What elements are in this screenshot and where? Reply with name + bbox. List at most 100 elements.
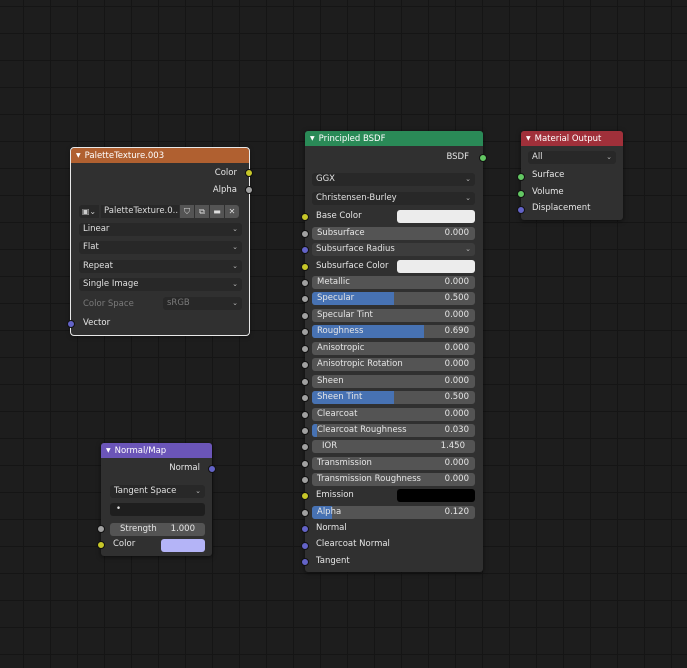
surface-label: Surface [532, 170, 565, 180]
sheen-label: Sheen [317, 376, 344, 386]
base-color-swatch[interactable] [397, 210, 475, 223]
emission-swatch[interactable] [397, 489, 475, 502]
subsurface-method-value: Christensen-Burley [316, 193, 397, 203]
input-normal-socket[interactable] [301, 525, 309, 533]
input-alpha-socket[interactable] [301, 509, 309, 517]
principled-bsdf-node[interactable]: ▼ Principled BSDF BSDF GGX ⌄ Christensen-B… [301, 131, 487, 572]
input-sheen-tint-socket[interactable] [301, 394, 309, 402]
node-header[interactable]: ▼ PaletteTexture.003 [71, 148, 249, 163]
output-alpha-socket[interactable] [245, 186, 253, 194]
transmission-roughness-field[interactable]: Transmission Roughness 0.000 [312, 473, 475, 486]
collapse-arrow-icon[interactable]: ▼ [526, 135, 531, 142]
output-normal-label: Normal [169, 463, 200, 473]
input-color-socket[interactable] [97, 541, 105, 549]
copy-icon[interactable]: ⧉ [195, 205, 209, 218]
node-title: Normal/Map [114, 446, 167, 456]
input-subsurface-socket[interactable] [301, 230, 309, 238]
image-selector[interactable]: ▣⌄ PaletteTexture.0.. ⛉ ⧉ ▬ ✕ [79, 205, 241, 219]
extension-dropdown[interactable]: Repeat ⌄ [79, 260, 242, 273]
metallic-field[interactable]: Metallic 0.000 [312, 276, 475, 289]
uv-map-field[interactable]: • [110, 503, 205, 516]
collapse-arrow-icon[interactable]: ▼ [76, 152, 81, 159]
alpha-value: 0.120 [444, 507, 469, 517]
input-specular-tint-socket[interactable] [301, 312, 309, 320]
target-dropdown[interactable]: All ⌄ [528, 151, 616, 164]
subsurface-radius-dropdown[interactable]: Subsurface Radius ⌄ [312, 243, 475, 256]
projection-dropdown[interactable]: Flat ⌄ [79, 241, 242, 254]
node-header[interactable]: ▼ Principled BSDF [305, 131, 483, 146]
anisotropic-field[interactable]: Anisotropic 0.000 [312, 342, 475, 355]
image-name-field[interactable]: PaletteTexture.0.. [101, 205, 179, 218]
distribution-value: GGX [316, 174, 335, 184]
source-dropdown[interactable]: Single Image ⌄ [79, 278, 242, 291]
input-clearcoat-roughness-socket[interactable] [301, 427, 309, 435]
collapse-arrow-icon[interactable]: ▼ [310, 135, 315, 142]
input-transmission-socket[interactable] [301, 460, 309, 468]
input-ior-socket[interactable] [301, 443, 309, 451]
input-clearcoat-normal-socket[interactable] [301, 542, 309, 550]
roughness-field[interactable]: Roughness 0.690 [312, 325, 475, 338]
clearcoat-field[interactable]: Clearcoat 0.000 [312, 408, 475, 421]
input-tangent-socket[interactable] [301, 558, 309, 566]
input-anisotropic-socket[interactable] [301, 345, 309, 353]
input-strength-socket[interactable] [97, 525, 105, 533]
source-value: Single Image [83, 279, 139, 289]
input-base-color-socket[interactable] [301, 213, 309, 221]
palette-texture-node[interactable]: ▼ PaletteTexture.003 Color Alpha ▣⌄ Palet… [67, 147, 253, 336]
material-output-node[interactable]: ▼ Material Output All ⌄ Surface Volume Dis… [517, 131, 623, 220]
space-dropdown[interactable]: Tangent Space ⌄ [110, 485, 205, 498]
distribution-dropdown[interactable]: GGX ⌄ [312, 173, 475, 186]
clearcoat-label: Clearcoat [317, 409, 358, 419]
color-swatch[interactable] [161, 539, 205, 552]
output-color-socket[interactable] [245, 169, 253, 177]
node-header[interactable]: ▼ Material Output [521, 131, 623, 146]
input-displacement-socket[interactable] [517, 206, 525, 214]
output-normal-socket[interactable] [208, 465, 216, 473]
folder-icon[interactable]: ▬ [210, 205, 224, 218]
input-anisotropic-rotation-socket[interactable] [301, 361, 309, 369]
specular-tint-field[interactable]: Specular Tint 0.000 [312, 309, 475, 322]
extension-value: Repeat [83, 261, 113, 271]
image-browse-icon[interactable]: ▣⌄ [79, 205, 99, 218]
input-vector-socket[interactable] [67, 320, 75, 328]
subsurface-field[interactable]: Subsurface 0.000 [312, 227, 475, 240]
input-emission-socket[interactable] [301, 492, 309, 500]
anisotropic-rotation-field[interactable]: Anisotropic Rotation 0.000 [312, 358, 475, 371]
collapse-arrow-icon[interactable]: ▼ [106, 447, 111, 454]
node-title: Material Output [534, 134, 602, 144]
transmission-field[interactable]: Transmission 0.000 [312, 457, 475, 470]
input-roughness-socket[interactable] [301, 328, 309, 336]
specular-field[interactable]: Specular 0.500 [312, 292, 475, 305]
interpolation-dropdown[interactable]: Linear ⌄ [79, 223, 242, 236]
node-title: Principled BSDF [318, 134, 386, 144]
subsurface-color-swatch[interactable] [397, 260, 475, 273]
node-header[interactable]: ▼ Normal/Map [101, 443, 212, 458]
ior-field[interactable]: IOR 1.450 [312, 440, 475, 453]
subsurface-value: 0.000 [444, 228, 469, 238]
input-surface-socket[interactable] [517, 173, 525, 181]
specular-label: Specular [317, 293, 355, 303]
strength-field[interactable]: Strength 1.000 [110, 523, 205, 536]
metallic-label: Metallic [317, 277, 350, 287]
input-volume-socket[interactable] [517, 190, 525, 198]
close-icon[interactable]: ✕ [225, 205, 239, 218]
clearcoat-roughness-field[interactable]: Clearcoat Roughness 0.030 [312, 424, 475, 437]
clearcoat-roughness-value: 0.030 [444, 425, 469, 435]
input-clearcoat-socket[interactable] [301, 411, 309, 419]
alpha-field[interactable]: Alpha 0.120 [312, 506, 475, 519]
input-sheen-socket[interactable] [301, 378, 309, 386]
sheen-tint-field[interactable]: Sheen Tint 0.500 [312, 391, 475, 404]
sheen-field[interactable]: Sheen 0.000 [312, 375, 475, 388]
input-subsurface-color-socket[interactable] [301, 263, 309, 271]
input-metallic-socket[interactable] [301, 279, 309, 287]
clearcoat-roughness-label: Clearcoat Roughness [317, 425, 407, 435]
subsurface-method-dropdown[interactable]: Christensen-Burley ⌄ [312, 192, 475, 205]
input-transmission-roughness-socket[interactable] [301, 476, 309, 484]
normal-map-node[interactable]: ▼ Normal/Map Normal Tangent Space ⌄ • Stre… [97, 443, 216, 556]
ior-value: 1.450 [440, 441, 465, 451]
shield-icon[interactable]: ⛉ [180, 205, 194, 218]
clearcoat-normal-label: Clearcoat Normal [316, 539, 390, 549]
output-bsdf-socket[interactable] [479, 154, 487, 162]
input-specular-socket[interactable] [301, 295, 309, 303]
input-subsurface-radius-socket[interactable] [301, 246, 309, 254]
